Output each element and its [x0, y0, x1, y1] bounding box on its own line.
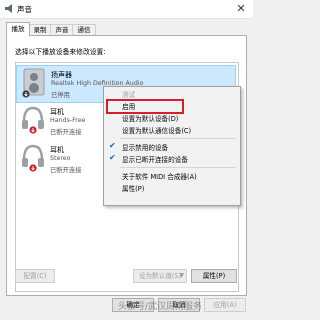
set-default-label: 设为默认值(S): [138, 272, 182, 280]
properties-button[interactable]: 属性(P): [191, 269, 237, 283]
title-bar: 声音 ✕: [0, 0, 253, 19]
speaker-icon: [22, 68, 45, 98]
device-status: 已停用: [51, 92, 70, 99]
configure-button[interactable]: 配置(C): [15, 269, 55, 283]
menu-separator: [120, 138, 236, 139]
device-description: Hands-Free: [50, 117, 86, 124]
menu-label: 设置为默认设备(D): [122, 115, 179, 123]
device-name: 扬声器: [51, 71, 72, 79]
device-name: 耳机: [50, 146, 64, 154]
watermark-text: 头条号/武汉周雨服务: [118, 302, 203, 312]
menu-item-set-default[interactable]: 设置为默认设备(D): [104, 112, 240, 124]
menu-item-set-default-comm[interactable]: 设置为默认通信设备(C): [104, 124, 240, 136]
menu-item-properties[interactable]: 属性(P): [104, 182, 240, 194]
device-description: Stereo: [50, 155, 71, 162]
menu-label: 测试: [122, 91, 136, 99]
apply-button[interactable]: 应用(A): [204, 298, 246, 312]
menu-label: 关于软件 MIDI 合成器(A): [122, 173, 197, 181]
checkmark-icon: ✔: [109, 153, 116, 162]
device-status: 已断开连接: [50, 129, 82, 136]
menu-label: 设置为默认通信设备(C): [122, 127, 192, 135]
instruction-text: 选择以下播放设备来修改设置:: [15, 48, 106, 56]
window-title: 声音: [17, 5, 32, 14]
headphones-icon: [22, 106, 44, 134]
menu-separator: [120, 167, 236, 168]
menu-label: 显示已断开连接的设备: [122, 156, 188, 164]
set-default-button[interactable]: 设为默认值(S) ▼: [133, 269, 187, 283]
checkmark-icon: ✔: [109, 141, 116, 150]
menu-item-about-midi[interactable]: 关于软件 MIDI 合成器(A): [104, 170, 240, 182]
headphones-icon: [22, 144, 44, 172]
close-button[interactable]: ✕: [233, 1, 249, 16]
menu-item-show-disconnected[interactable]: ✔ 显示已断开连接的设备: [104, 153, 240, 165]
device-status: 已断开连接: [50, 167, 82, 174]
tab-playback[interactable]: 播放: [6, 22, 30, 36]
menu-label: 属性(P): [122, 185, 145, 193]
chevron-down-icon: ▼: [179, 272, 184, 279]
menu-label: 显示禁用的设备: [122, 144, 169, 152]
device-name: 耳机: [50, 108, 64, 116]
context-menu: 测试 启用 设置为默认设备(D) 设置为默认通信设备(C) ✔ 显示禁用的设备 …: [103, 86, 241, 206]
menu-item-show-disabled[interactable]: ✔ 显示禁用的设备: [104, 141, 240, 153]
speaker-app-icon: [5, 4, 12, 13]
